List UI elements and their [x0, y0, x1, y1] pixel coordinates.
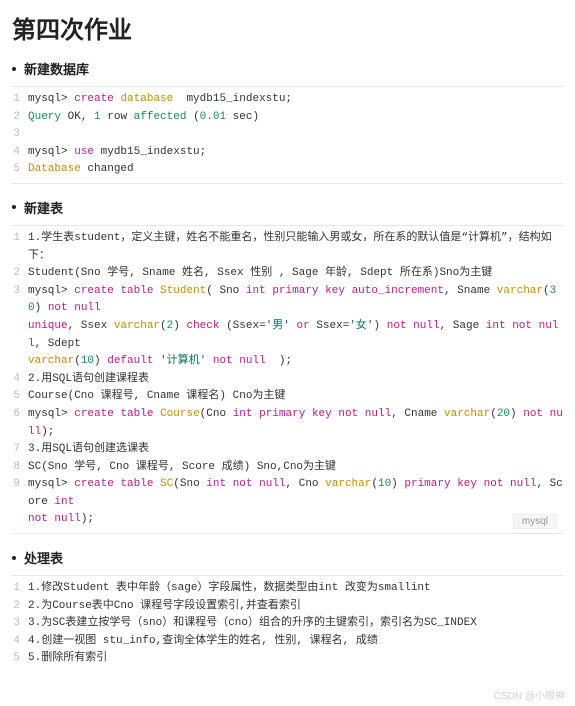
- watermark: CSDN @小眼神: [494, 687, 565, 702]
- line-number: 2: [12, 598, 28, 616]
- code-block-1: 1mysql> create database mydb15_indexstu;…: [12, 86, 563, 184]
- line-number: 4: [12, 633, 28, 651]
- heading-text: 新建表: [24, 198, 63, 217]
- heading-text: 新建数据库: [24, 59, 89, 78]
- line-number: 5: [12, 388, 28, 406]
- section-heading-2: 新建表: [12, 198, 563, 217]
- line-number: 2: [12, 109, 28, 127]
- line-number: 2: [12, 265, 28, 283]
- section-heading-1: 新建数据库: [12, 59, 563, 78]
- line-number: 4: [12, 144, 28, 162]
- bullet-icon: [12, 205, 16, 209]
- section-heading-3: 处理表: [12, 548, 563, 567]
- line-number: 3: [12, 126, 28, 144]
- line-number: 1: [12, 91, 28, 109]
- bullet-icon: [12, 556, 16, 560]
- page-title: 第四次作业: [12, 10, 563, 45]
- code-block-2: 11.学生表student，定义主键，姓名不能重名，性别只能输入男或女，所在系的…: [12, 225, 563, 534]
- line-number: 1: [12, 230, 28, 248]
- line-number: 7: [12, 441, 28, 459]
- line-number: 9: [12, 476, 28, 494]
- line-number: 3: [12, 283, 28, 301]
- language-tag: mysql: [513, 514, 557, 529]
- line-number: 5: [12, 161, 28, 179]
- line-number: 4: [12, 371, 28, 389]
- line-number: 6: [12, 406, 28, 424]
- line-number: 8: [12, 459, 28, 477]
- code-block-3: 11.修改Student 表中年龄（sage）字段属性，数据类型由int 改变为…: [12, 575, 563, 672]
- line-number: 1: [12, 580, 28, 598]
- heading-text: 处理表: [24, 548, 63, 567]
- line-number: 5: [12, 650, 28, 668]
- bullet-icon: [12, 67, 16, 71]
- line-number: 3: [12, 615, 28, 633]
